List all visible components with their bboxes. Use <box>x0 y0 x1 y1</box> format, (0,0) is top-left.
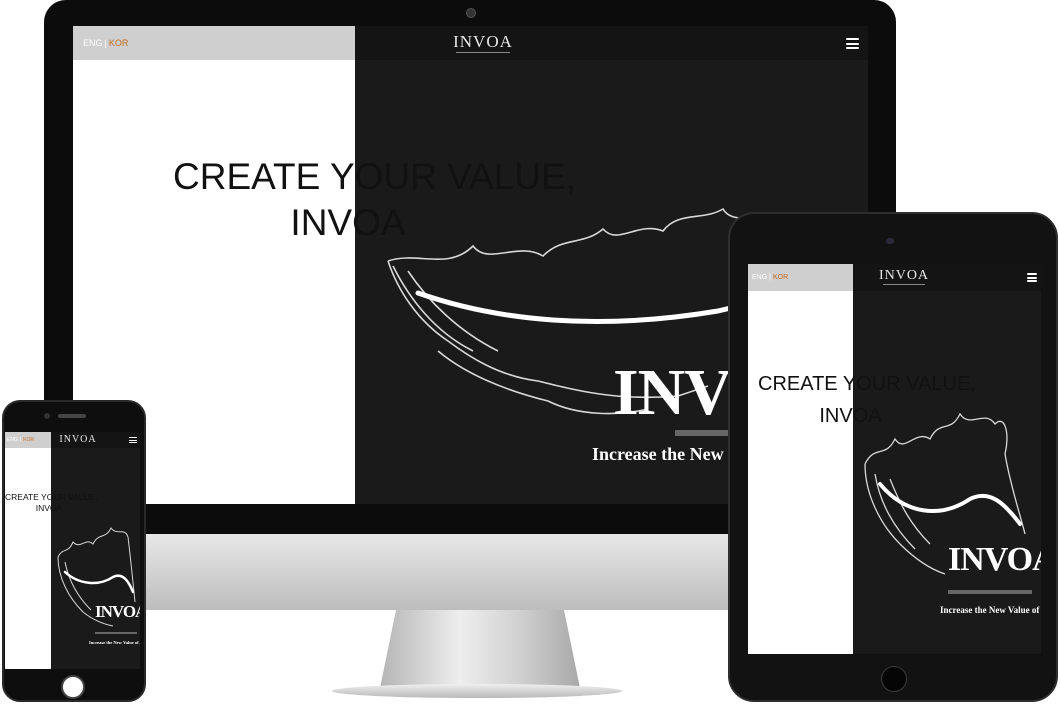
brand-tagline: Increase the New V <box>592 444 741 464</box>
lang-kor-link[interactable]: KOR <box>773 274 788 281</box>
site-logo[interactable]: INVOA <box>55 434 101 445</box>
hero-headline: CREATE YOUR VALUE, INVOA <box>5 492 98 513</box>
site-logo[interactable]: INVOA <box>876 268 932 285</box>
lang-kor-link[interactable]: KOR <box>23 437 34 443</box>
phone-site-screen: ENG | KOR INVOA CREATE YOUR VALUE, INVOA… <box>5 432 140 669</box>
brand-underline <box>95 632 137 634</box>
lang-eng-link[interactable]: ENG <box>83 38 103 48</box>
brand-wordmark: INV <box>613 356 732 429</box>
phone-speaker <box>58 414 86 418</box>
brand-tagline: Increase the New Value of Artist <box>940 605 1041 615</box>
brand-wordmark: INVOA <box>948 541 1041 578</box>
site-header: ENG | KOR INVOA <box>748 264 1041 291</box>
tablet-home-button <box>881 666 907 692</box>
site-logo[interactable]: INVOA <box>448 32 518 53</box>
phone-home-button <box>61 675 85 699</box>
white-panel <box>5 432 51 669</box>
lang-separator: | <box>769 274 771 281</box>
phone-camera <box>44 413 50 419</box>
brand-underline <box>948 590 1032 594</box>
monitor-stand <box>380 610 580 688</box>
lang-kor-link[interactable]: KOR <box>109 38 129 48</box>
hamburger-icon[interactable] <box>129 437 137 443</box>
hamburger-icon[interactable] <box>1027 273 1037 282</box>
language-switcher: ENG | KOR <box>73 26 355 60</box>
white-panel <box>748 264 853 654</box>
lang-eng-link[interactable]: ENG <box>7 437 18 443</box>
lang-separator: | <box>19 437 22 443</box>
tablet-camera <box>886 238 894 244</box>
brand-tagline: Increase the New Value of Artist <box>89 640 140 645</box>
monitor-base <box>332 684 622 698</box>
tablet-site-screen: ENG | KOR INVOA CREATE YOUR VALUE, INVOA… <box>748 264 1041 654</box>
lang-separator: | <box>104 38 107 48</box>
webcam-icon <box>466 8 476 18</box>
hamburger-icon[interactable] <box>846 38 859 49</box>
brand-wordmark: INVOA <box>95 602 140 621</box>
language-switcher: ENG | KOR <box>5 432 51 448</box>
lang-eng-link[interactable]: ENG <box>752 274 767 281</box>
site-header: ENG | KOR INVOA <box>5 432 140 448</box>
site-header: ENG | KOR INVOA <box>73 26 868 60</box>
language-switcher: ENG | KOR <box>748 264 853 291</box>
